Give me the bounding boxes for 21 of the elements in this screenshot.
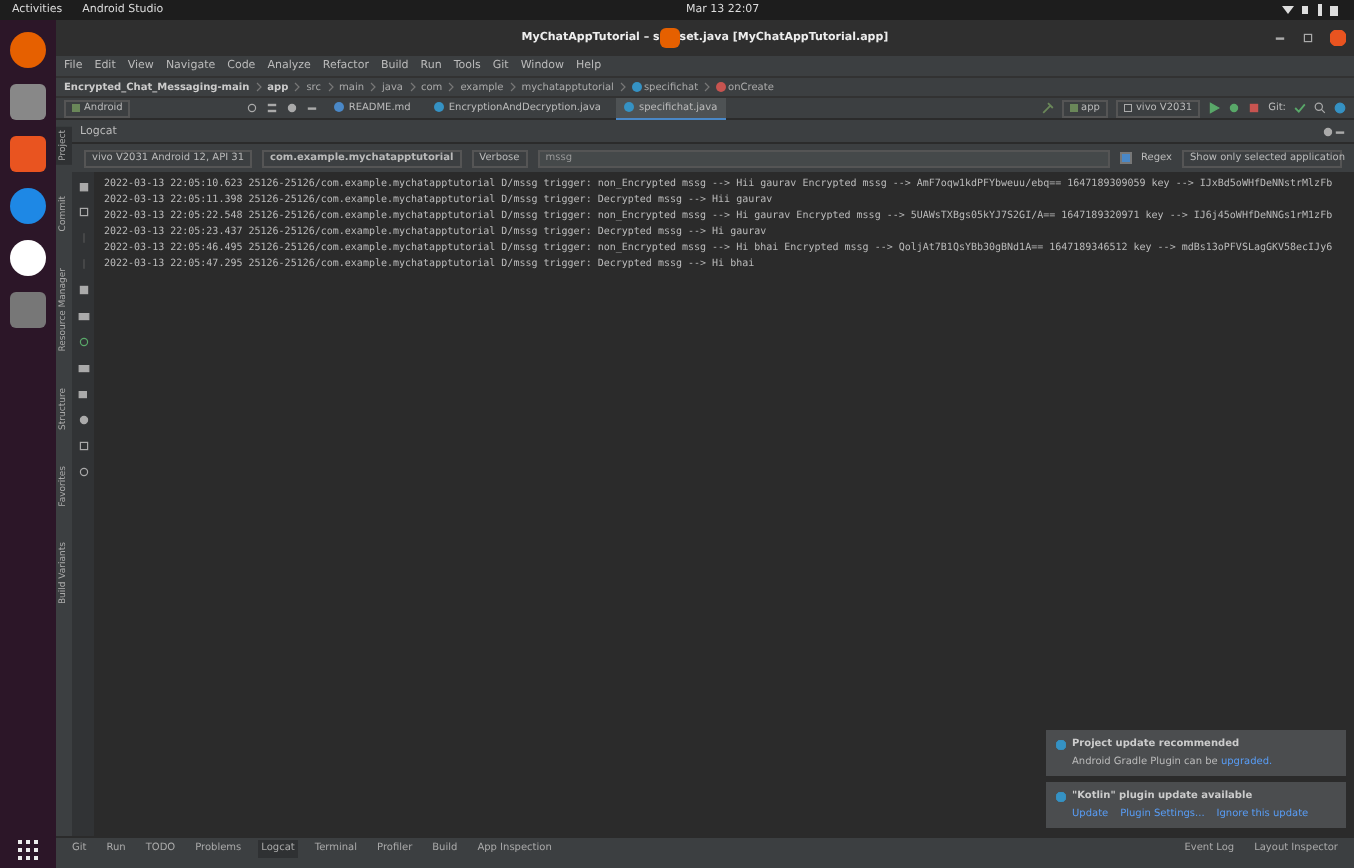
run-icon[interactable] [1208, 102, 1221, 114]
hammer-icon[interactable] [1041, 102, 1054, 114]
chevron-icon [255, 82, 262, 92]
chevron-icon [294, 82, 301, 92]
chevron-icon [704, 82, 711, 92]
check-icon[interactable] [1294, 102, 1306, 114]
search-icon[interactable] [1314, 102, 1326, 114]
chevron-icon [509, 82, 516, 92]
chevron-icon [448, 82, 455, 92]
close-icon[interactable] [1330, 30, 1346, 46]
chevron-icon [327, 82, 334, 92]
chevron-icon [409, 82, 415, 92]
regex-checkbox[interactable] [1119, 152, 1132, 164]
minimize-icon[interactable] [1334, 125, 1346, 137]
chevron-icon [370, 82, 377, 92]
maximize-icon[interactable] [1302, 32, 1314, 44]
status-icons[interactable] [1282, 4, 1343, 16]
target-icon[interactable] [246, 102, 259, 114]
app-grid-icon[interactable] [18, 840, 38, 860]
chevron-icon [619, 82, 626, 92]
stop-icon[interactable] [1248, 102, 1261, 114]
